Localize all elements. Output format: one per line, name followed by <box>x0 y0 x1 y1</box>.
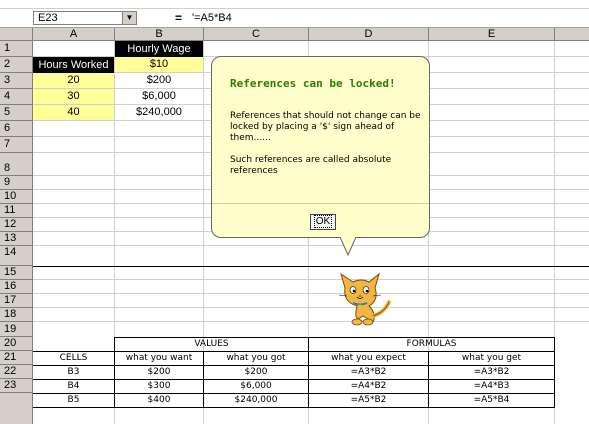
values-header: VALUES <box>194 339 229 349</box>
row-header-21[interactable]: 21 <box>0 351 33 365</box>
row-header-10[interactable]: 10 <box>0 190 33 204</box>
top-toolbar-edge <box>0 0 589 9</box>
gridline <box>33 307 589 308</box>
table-cell: =A3*B2 <box>350 367 387 377</box>
gridline <box>33 245 589 246</box>
cell-a5[interactable]: 40 <box>33 105 114 120</box>
cell-b1[interactable]: Hourly Wage <box>115 41 203 57</box>
row-header-14[interactable]: 14 <box>0 246 33 266</box>
row-header-9[interactable]: 9 <box>0 176 33 190</box>
column-header-a[interactable]: A <box>33 28 115 41</box>
row-header-12[interactable]: 12 <box>0 218 33 232</box>
row-header-5[interactable]: 5 <box>0 105 33 121</box>
equals-icon: = <box>175 11 183 25</box>
select-all-corner[interactable] <box>0 28 33 41</box>
row-header-23[interactable]: 23 <box>0 379 33 393</box>
row-header-3[interactable]: 3 <box>0 73 33 89</box>
cell-b2[interactable]: $10 <box>115 57 203 72</box>
balloon-title: References can be locked! <box>230 77 396 90</box>
table-cell: =A4*B2 <box>350 381 387 391</box>
table-header-get: what you get <box>461 353 522 363</box>
table-header-got: what you got <box>226 353 286 363</box>
name-box[interactable]: E23 ▼ <box>33 11 137 25</box>
balloon-divider <box>212 203 429 204</box>
name-box-value: E23 <box>38 12 58 24</box>
table-border <box>554 337 555 407</box>
table-cell: $6,000 <box>240 381 272 391</box>
table-cell: $200 <box>147 367 171 377</box>
row-header-7[interactable]: 7 <box>0 137 33 153</box>
cat-assistant-icon[interactable] <box>333 266 395 328</box>
cell-a2[interactable]: Hours Worked <box>33 57 114 73</box>
divider-line <box>33 266 589 267</box>
row-header-2[interactable]: 2 <box>0 57 33 73</box>
row-header-15[interactable]: 15 <box>0 266 33 280</box>
row-header-13[interactable]: 13 <box>0 232 33 246</box>
cell-b5[interactable]: $240,000 <box>115 105 203 120</box>
balloon-paragraph: Such references are called absolute refe… <box>230 155 392 176</box>
gridline <box>33 293 589 294</box>
column-header-f[interactable] <box>555 28 589 41</box>
row-header-1[interactable]: 1 <box>0 41 33 57</box>
cell-b3[interactable]: $200 <box>115 73 203 88</box>
balloon-body: References that should not change can be… <box>230 111 426 177</box>
table-border <box>33 407 555 408</box>
column-header-b[interactable]: B <box>115 28 204 41</box>
row-header-8[interactable]: 8 <box>0 153 33 176</box>
column-header-d[interactable]: D <box>309 28 429 41</box>
row-header-19[interactable]: 19 <box>0 322 33 337</box>
formula-input[interactable]: '=A5*B4 <box>192 12 232 24</box>
row-header-blank <box>0 393 33 424</box>
chevron-down-icon[interactable]: ▼ <box>122 12 136 24</box>
row-header-11[interactable]: 11 <box>0 204 33 218</box>
table-cell: $300 <box>147 381 171 391</box>
table-cell: =A5*B4 <box>473 395 510 405</box>
row-header-22[interactable]: 22 <box>0 365 33 379</box>
cell-a3[interactable]: 20 <box>33 73 114 88</box>
cell-b4[interactable]: $6,000 <box>115 89 203 104</box>
table-cell: $400 <box>147 395 171 405</box>
row-header-18[interactable]: 18 <box>0 308 33 322</box>
ok-button-label: OK <box>313 215 333 228</box>
column-header-e[interactable]: E <box>429 28 555 41</box>
table-cell: $200 <box>244 367 268 377</box>
row-header-17[interactable]: 17 <box>0 294 33 308</box>
gridline <box>33 321 589 322</box>
gridline <box>33 279 589 280</box>
assistant-balloon: References can be locked! References tha… <box>211 56 430 238</box>
table-cell: B3 <box>67 367 80 377</box>
balloon-paragraph: References that should not change can be… <box>230 111 421 143</box>
column-header-c[interactable]: C <box>204 28 309 41</box>
row-header-20[interactable]: 20 <box>0 337 33 351</box>
table-header-cells: CELLS <box>59 353 88 363</box>
table-cell: =A4*B3 <box>473 381 510 391</box>
balloon-tail-icon <box>340 237 357 257</box>
row-header-6[interactable]: 6 <box>0 121 33 137</box>
table-cell: =A3*B2 <box>473 367 510 377</box>
cell-a4[interactable]: 30 <box>33 89 114 104</box>
table-header-expect: what you expect <box>331 353 406 363</box>
formulas-header: FORMULAS <box>406 339 457 349</box>
row-header-16[interactable]: 16 <box>0 280 33 294</box>
row-header-4[interactable]: 4 <box>0 89 33 105</box>
table-cell: B5 <box>67 395 80 405</box>
table-cell: =A5*B2 <box>350 395 387 405</box>
formula-bar: E23 ▼ = '=A5*B4 <box>0 9 589 28</box>
table-header-want: what you want <box>125 353 193 363</box>
ok-button[interactable]: OK <box>310 214 336 230</box>
table-cell: $240,000 <box>234 395 278 405</box>
table-cell: B4 <box>67 381 80 391</box>
